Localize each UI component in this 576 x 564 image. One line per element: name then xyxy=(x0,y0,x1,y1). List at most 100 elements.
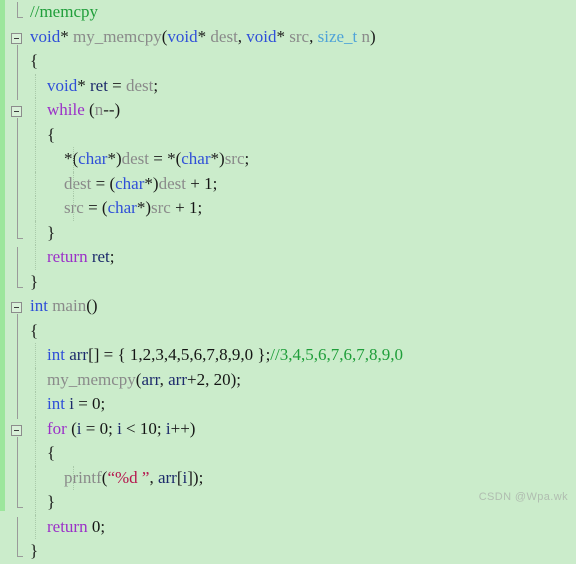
indent-guide xyxy=(35,98,36,123)
indent-guide xyxy=(35,73,36,98)
indent-guide xyxy=(35,196,36,221)
code-token-kw-type: char xyxy=(107,198,137,217)
code-token-punct: + xyxy=(187,369,197,389)
code-line[interactable]: void* my_memcpy(void* dest, void* src, s… xyxy=(0,25,576,50)
code-token-ident: n xyxy=(361,26,371,46)
code-token-punct: ; xyxy=(156,418,166,438)
code-line[interactable]: } xyxy=(0,220,576,245)
indent-guide xyxy=(35,343,36,368)
code-token-punct: { xyxy=(30,320,39,340)
code-line[interactable]: return ret; xyxy=(0,245,576,270)
code-line[interactable]: { xyxy=(0,319,576,344)
code-token-punct: , xyxy=(149,467,158,487)
code-token-num: 7 xyxy=(206,345,215,364)
code-token-num: 2 xyxy=(196,369,206,389)
code-content[interactable]: //memcpy void* my_memcpy(void* dest, void… xyxy=(0,0,576,560)
indent-guide xyxy=(35,416,36,441)
code-line[interactable]: //memcpy xyxy=(0,0,576,25)
indent-guide xyxy=(35,171,36,196)
code-token-punct: { xyxy=(30,51,39,70)
code-token-punct: + xyxy=(170,198,189,217)
code-line[interactable]: int main() xyxy=(0,294,576,319)
code-token-punct: ) xyxy=(370,26,376,46)
code-token-local: arr xyxy=(69,345,89,364)
code-token-punct: ( xyxy=(84,100,95,119)
code-token-num: 10 xyxy=(139,418,157,438)
indent-guide xyxy=(35,441,36,466)
code-token-punct: * xyxy=(60,26,73,46)
code-line[interactable]: src = (char*)src + 1; xyxy=(0,196,576,221)
code-token-punct: , xyxy=(159,369,169,389)
code-token-kw-type: int xyxy=(47,345,65,364)
code-line[interactable]: printf(“%d ”, arr[i]); xyxy=(0,465,576,490)
code-token-kw-type: int xyxy=(47,394,65,413)
code-token-punct: ; xyxy=(109,247,115,266)
code-token-punct: ; xyxy=(244,149,250,168)
code-token-punct: = xyxy=(107,75,127,95)
code-token-punct: + xyxy=(185,173,205,193)
code-token-punct: = xyxy=(73,394,93,413)
code-line[interactable]: void* ret = dest; xyxy=(0,73,576,98)
code-token-punct: ( xyxy=(66,418,77,438)
code-editor[interactable]: //memcpy void* my_memcpy(void* dest, void… xyxy=(0,0,576,560)
code-token-punct: ; xyxy=(100,394,106,413)
code-token-num: 4 xyxy=(168,345,177,364)
code-line[interactable]: while (n--) xyxy=(0,98,576,123)
code-line[interactable]: for (i = 0; i < 10; i++) xyxy=(0,416,576,441)
code-token-punct: = *( xyxy=(149,149,182,168)
indent-guide xyxy=(35,514,36,539)
code-token-local: arr xyxy=(157,467,177,487)
code-token-punct: , xyxy=(205,369,214,389)
code-token-ident: dest xyxy=(121,149,149,168)
code-line[interactable]: *(char*)dest = *(char*)src; xyxy=(0,147,576,172)
code-token-punct: * xyxy=(77,75,90,95)
code-token-kw-ctrl: return xyxy=(47,247,88,266)
code-line[interactable]: } xyxy=(0,270,576,295)
indent-guide xyxy=(73,465,75,490)
code-line[interactable]: } xyxy=(0,539,576,564)
code-token-fn: my_memcpy xyxy=(47,369,136,389)
code-token-kw-ctrl: while xyxy=(47,100,85,119)
code-token-punct: } xyxy=(47,492,56,511)
code-token-fn: printf xyxy=(64,467,102,487)
code-token-num: 3 xyxy=(155,345,164,364)
indent-guide xyxy=(35,245,36,270)
code-line[interactable]: int arr[] = { 1,2,3,4,5,6,7,8,9,0 };//3,… xyxy=(0,343,576,368)
code-token-num: 0 xyxy=(92,394,101,413)
code-token-punct: = xyxy=(81,418,100,438)
code-line[interactable]: my_memcpy(arr, arr+2, 20); xyxy=(0,367,576,392)
indent-guide xyxy=(35,220,36,245)
code-token-fn: my_memcpy xyxy=(72,26,162,46)
code-token-punct: } xyxy=(47,222,56,242)
code-token-punct: () xyxy=(86,296,98,315)
code-line[interactable]: { xyxy=(0,441,576,466)
code-token-kw-type: void xyxy=(47,75,78,95)
code-token-punct: * xyxy=(197,26,211,46)
code-line[interactable]: int i = 0; xyxy=(0,392,576,417)
code-token-punct: , xyxy=(309,26,318,46)
code-line[interactable]: { xyxy=(0,49,576,74)
code-token-kw-ctrl: return xyxy=(47,516,88,536)
code-line[interactable]: return 0; xyxy=(0,514,576,539)
indent-guide xyxy=(73,147,75,172)
code-token-fn: main xyxy=(52,296,87,315)
code-token-punct: *( xyxy=(64,149,79,168)
code-token-ident: dest xyxy=(64,173,92,193)
code-line[interactable]: dest = (char*)dest + 1; xyxy=(0,171,576,196)
code-token-local: ret xyxy=(89,75,108,95)
code-token-type-lib: size_t xyxy=(317,26,358,46)
code-line[interactable]: { xyxy=(0,122,576,147)
indent-guide xyxy=(35,122,36,147)
code-token-punct: ); xyxy=(230,369,241,389)
code-token-punct: *) xyxy=(136,198,152,217)
